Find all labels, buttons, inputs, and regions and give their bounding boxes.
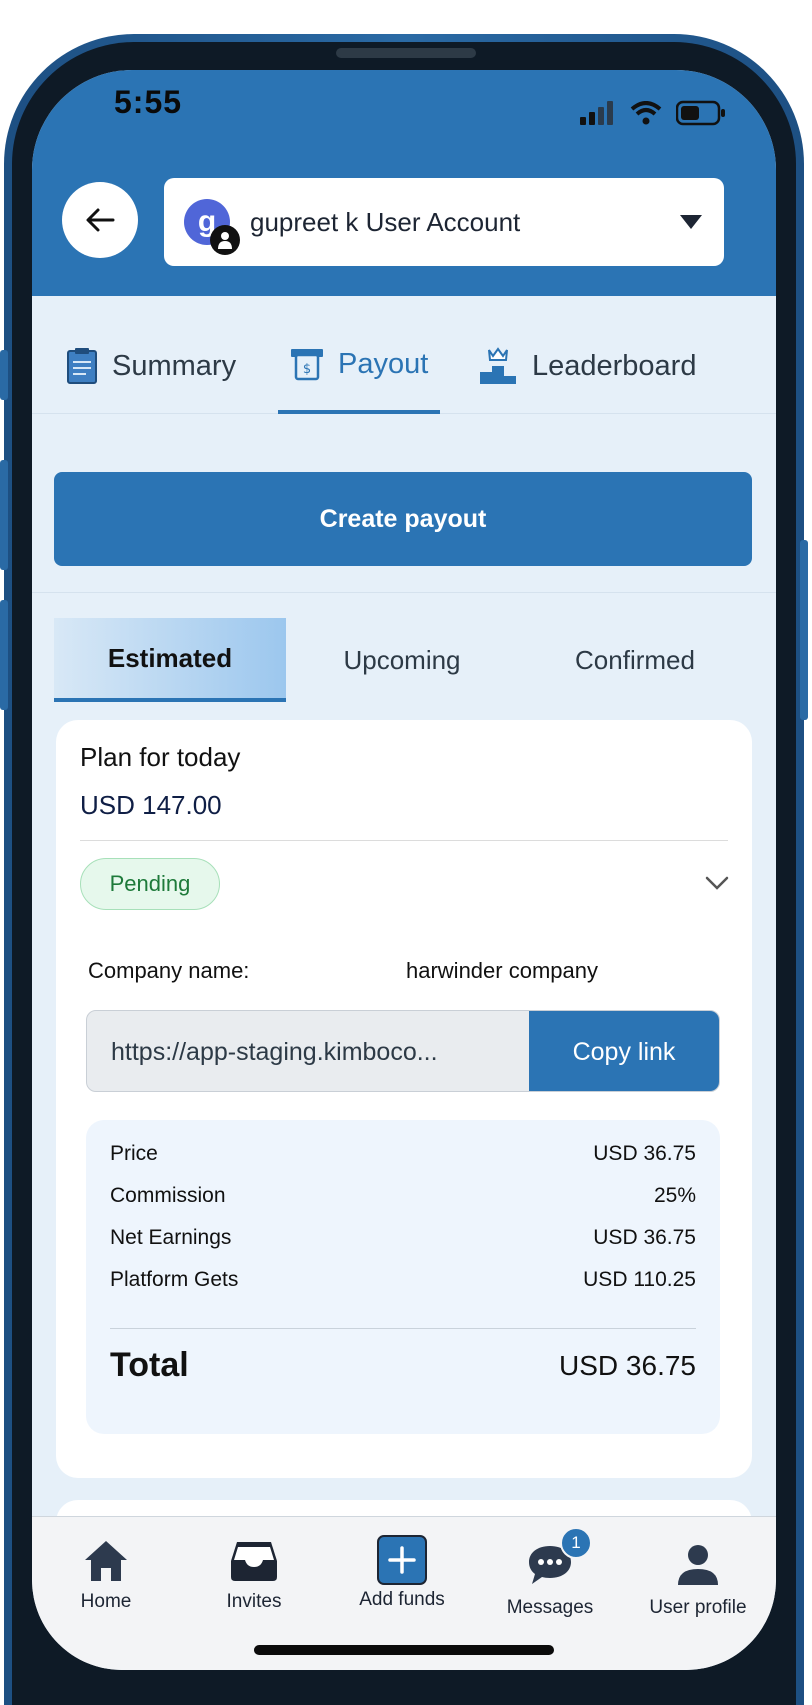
account-avatar: g — [184, 199, 240, 255]
payout-status-tabs: Estimated Upcoming Confirmed — [54, 618, 752, 702]
chevron-down-icon[interactable] — [702, 868, 732, 898]
tab-label: Payout — [338, 347, 429, 380]
status-icons — [580, 100, 726, 126]
main-tabs: Summary $ Payout Leaderboard — [32, 318, 776, 414]
row-label: Commission — [110, 1184, 226, 1207]
row-label: Platform Gets — [110, 1268, 239, 1291]
back-button[interactable] — [62, 182, 138, 258]
company-name-value: harwinder company — [406, 958, 598, 983]
nav-add-funds[interactable]: Add funds — [328, 1535, 476, 1611]
row-label: Price — [110, 1142, 158, 1165]
volume-down-button — [0, 600, 8, 710]
nav-messages[interactable]: 1 Messages — [476, 1527, 624, 1619]
home-indicator — [254, 1645, 554, 1655]
summary-divider — [110, 1328, 696, 1329]
user-icon — [678, 1545, 718, 1585]
bottom-nav: Home Invites Add funds 1 Messages User p… — [32, 1516, 776, 1670]
signal-icon — [580, 101, 613, 125]
nav-label: Invites — [226, 1591, 282, 1612]
tab-leaderboard[interactable]: Leaderboard — [478, 318, 696, 414]
nav-label: Home — [80, 1591, 132, 1612]
create-payout-button[interactable]: Create payout — [54, 472, 752, 566]
inbox-icon — [231, 1542, 277, 1581]
home-icon — [85, 1541, 127, 1581]
tab-label: Leaderboard — [532, 349, 697, 382]
atm-icon: $ — [291, 349, 323, 381]
podium-icon — [480, 347, 516, 384]
summary-row: Price USD 36.75 — [110, 1142, 696, 1172]
total-label: Total — [110, 1346, 189, 1384]
power-button — [800, 540, 808, 720]
nav-label: User profile — [649, 1597, 747, 1618]
total-row: Total USD 36.75 — [110, 1346, 696, 1385]
volume-up-button — [0, 460, 8, 570]
app-header: 5:55 g gupreet k User Account — [32, 70, 776, 296]
row-label: Net Earnings — [110, 1226, 232, 1249]
tab-payout[interactable]: $ Payout — [278, 318, 441, 414]
arrow-left-icon — [86, 208, 115, 232]
plan-title: Plan for today — [80, 742, 241, 772]
share-link-field: https://app-staging.kimboco... Copy link — [86, 1010, 720, 1092]
user-badge-icon — [210, 225, 240, 255]
subtab-estimated[interactable]: Estimated — [54, 618, 286, 702]
total-value: USD 36.75 — [559, 1349, 696, 1381]
speaker-notch — [336, 48, 476, 58]
wifi-icon — [630, 101, 662, 125]
plus-icon — [377, 1535, 427, 1585]
caret-down-icon — [680, 215, 702, 229]
subtab-confirmed[interactable]: Confirmed — [518, 618, 752, 702]
section-divider — [32, 592, 776, 593]
plan-amount: USD 147.00 — [80, 790, 222, 820]
tab-summary[interactable]: Summary — [66, 318, 236, 414]
nav-home[interactable]: Home — [32, 1539, 180, 1613]
card-divider — [80, 840, 728, 841]
summary-row: Commission 25% — [110, 1184, 696, 1214]
row-value: USD 36.75 — [593, 1226, 696, 1249]
nav-label: Add funds — [359, 1589, 445, 1610]
nav-label: Messages — [506, 1597, 594, 1618]
nav-invites[interactable]: Invites — [180, 1539, 328, 1613]
row-value: 25% — [653, 1184, 696, 1207]
row-value: USD 36.75 — [593, 1142, 696, 1165]
app-screen: 5:55 g gupreet k User Account Summary $ … — [32, 70, 776, 1670]
company-name-label: Company name: — [88, 958, 250, 983]
subtab-upcoming[interactable]: Upcoming — [286, 618, 518, 702]
payout-card: Plan for today USD 147.00 Pending Compan… — [56, 720, 752, 1478]
share-link-text[interactable]: https://app-staging.kimboco... — [111, 1011, 511, 1091]
row-value: USD 110.25 — [583, 1268, 696, 1291]
summary-row: Net Earnings USD 36.75 — [110, 1226, 696, 1256]
account-selector[interactable]: g gupreet k User Account — [164, 178, 724, 266]
clipboard-icon — [67, 348, 97, 384]
nav-user-profile[interactable]: User profile — [624, 1539, 772, 1619]
battery-icon — [676, 100, 725, 126]
mute-switch — [0, 350, 8, 400]
account-name: gupreet k User Account — [250, 206, 521, 237]
copy-link-button[interactable]: Copy link — [529, 1011, 719, 1091]
summary-row: Platform Gets USD 110.25 — [110, 1268, 696, 1298]
status-time: 5:55 — [114, 84, 183, 120]
svg-text:$: $ — [303, 362, 311, 377]
messages-badge: 1 — [560, 1527, 592, 1559]
earnings-summary: Price USD 36.75 Commission 25% Net Earni… — [86, 1120, 720, 1434]
status-badge: Pending — [80, 858, 220, 910]
tab-label: Summary — [112, 349, 237, 382]
